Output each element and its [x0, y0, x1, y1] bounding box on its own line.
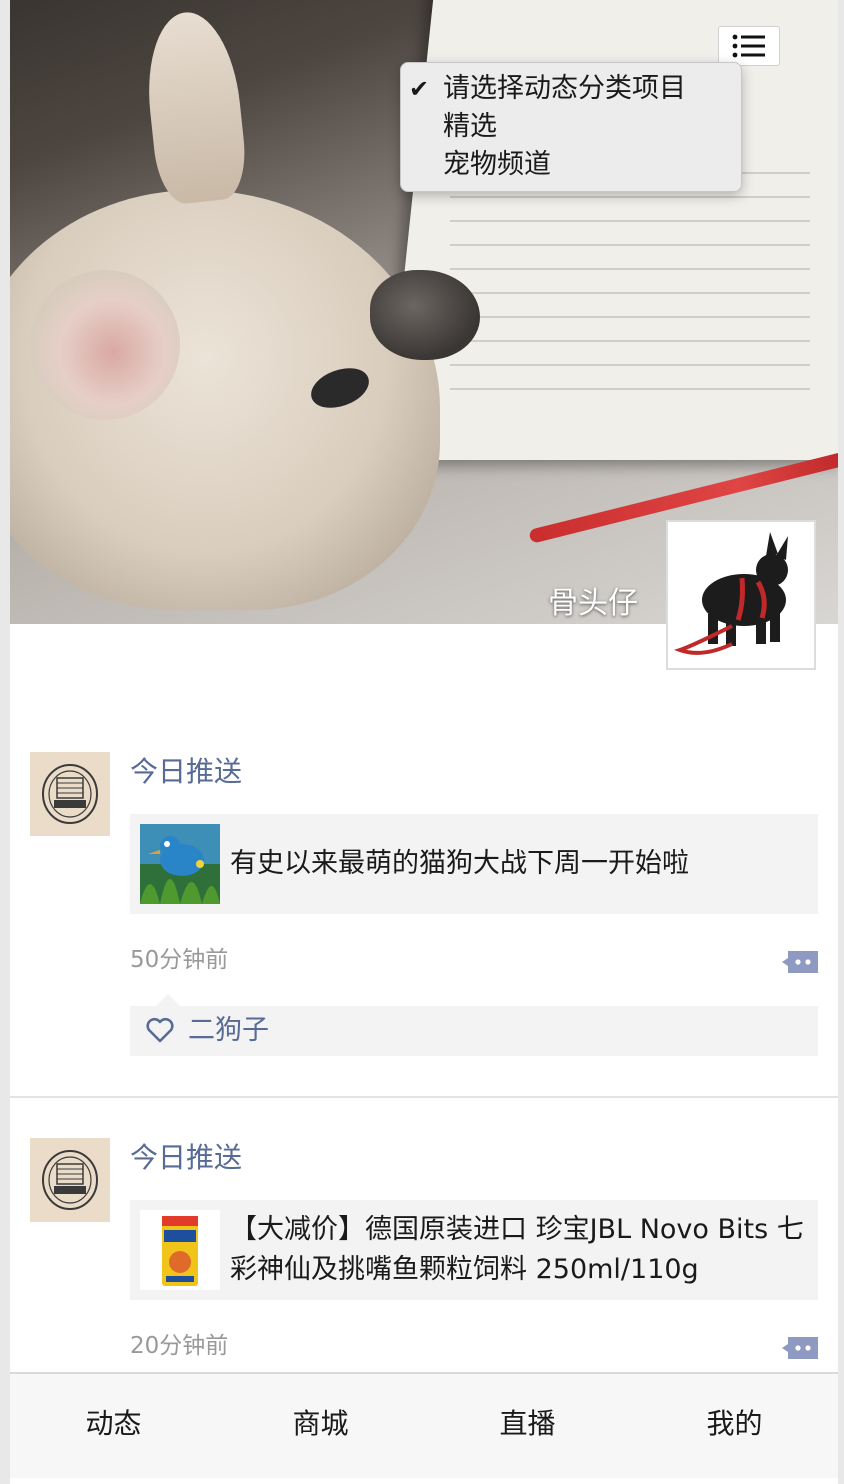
comment-icon: [782, 951, 818, 973]
category-option-pets[interactable]: 宠物频道: [443, 146, 551, 184]
cartoon-thumbnail: [140, 824, 220, 904]
post-author[interactable]: 今日推送: [130, 1138, 242, 1178]
avatar[interactable]: [30, 1138, 110, 1222]
owner-avatar[interactable]: [666, 520, 816, 670]
owner-name[interactable]: 骨头仔: [548, 578, 668, 621]
moments-page: 骨头仔 ✔ 请选择动态分类项目 精选 宠物频道 今日推送 有史以来最萌的猫狗大战…: [10, 0, 838, 1484]
share-thumbnail: [140, 1210, 220, 1290]
post-divider: [10, 1096, 838, 1098]
tab-moments[interactable]: 动态: [10, 1374, 217, 1478]
avatar[interactable]: [30, 752, 110, 836]
share-title: 【大减价】德国原装进口 珍宝JBL Novo Bits 七彩神仙及挑嘴鱼颗粒饲料…: [230, 1214, 804, 1285]
logo-badge-icon: [42, 764, 98, 824]
tab-me[interactable]: 我的: [631, 1374, 838, 1478]
category-option-featured[interactable]: 精选: [443, 108, 497, 146]
category-menu-button[interactable]: [718, 26, 780, 66]
logo-badge-icon: [42, 1150, 98, 1210]
tab-live[interactable]: 直播: [424, 1374, 631, 1478]
share-thumbnail: [140, 824, 220, 904]
share-card[interactable]: 有史以来最萌的猫狗大战下周一开始啦: [130, 814, 818, 914]
category-option-all[interactable]: 请选择动态分类项目: [443, 70, 686, 108]
share-card[interactable]: 【大减价】德国原装进口 珍宝JBL Novo Bits 七彩神仙及挑嘴鱼颗粒饲料…: [130, 1200, 818, 1300]
liker-name[interactable]: 二狗子: [188, 1006, 269, 1056]
category-dropdown[interactable]: ✔ 请选择动态分类项目 精选 宠物频道: [400, 62, 742, 192]
likes-bar: 二狗子: [130, 994, 818, 1056]
post-author[interactable]: 今日推送: [130, 752, 242, 792]
comment-icon: [782, 1337, 818, 1359]
cover-dog-nose: [370, 270, 480, 360]
post-time: 50分钟前: [130, 947, 229, 973]
bottom-tab-bar: 动态 商城 直播 我的: [10, 1372, 838, 1478]
checkmark-icon: ✔: [409, 75, 430, 103]
product-thumbnail: [140, 1210, 220, 1290]
comment-button[interactable]: [780, 949, 820, 975]
post-time: 20分钟前: [130, 1333, 229, 1359]
cover-dog-ear-left: [30, 270, 180, 420]
share-title: 有史以来最萌的猫狗大战下周一开始啦: [230, 848, 689, 879]
heart-icon: [146, 1017, 174, 1043]
tab-mall[interactable]: 商城: [217, 1374, 424, 1478]
dog-harness-icon: [672, 526, 810, 664]
list-icon: [732, 34, 765, 58]
comment-button[interactable]: [780, 1335, 820, 1361]
